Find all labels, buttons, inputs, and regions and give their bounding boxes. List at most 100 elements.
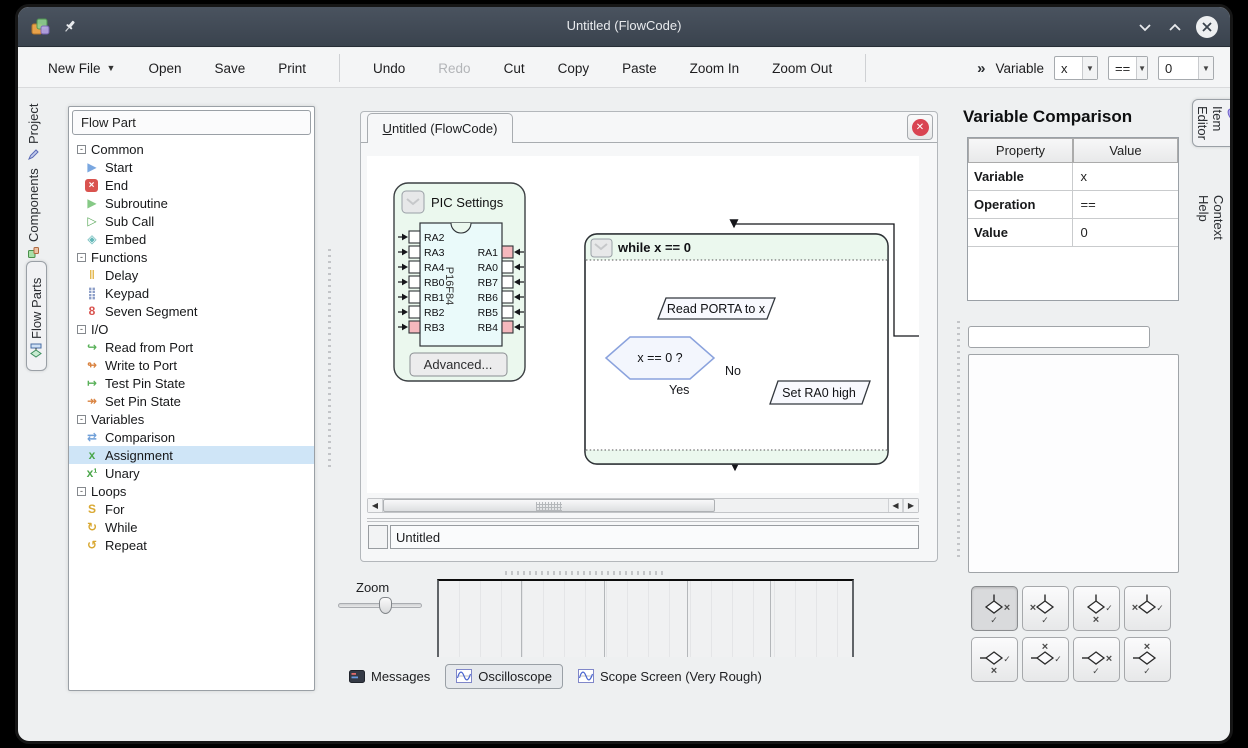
scroll-left-button[interactable]: ◀ xyxy=(368,499,383,512)
horizontal-scrollbar[interactable]: ◀ ◀ ▶ xyxy=(367,498,919,513)
flowchart-canvas[interactable]: PIC Settings P16F84 RA2RA3RA4RB0RB1RB2RB… xyxy=(367,156,919,493)
toolbar-new-file-button[interactable]: New File▼ xyxy=(48,61,115,76)
splitter-handle[interactable] xyxy=(328,247,331,467)
close-document-button[interactable]: ✕ xyxy=(907,114,933,140)
collapse-toggle-icon[interactable]: - xyxy=(77,253,86,262)
tree-item-subroutine[interactable]: ▶Subroutine xyxy=(69,194,314,212)
property-row-operation[interactable]: Operation== xyxy=(968,191,1178,219)
maximize-button[interactable] xyxy=(1164,16,1186,38)
splitter-handle[interactable] xyxy=(505,571,665,575)
pin-ra4[interactable] xyxy=(409,261,420,273)
pin-rb4[interactable] xyxy=(502,321,513,333)
sidebar-tab-flow-parts[interactable]: Flow Parts xyxy=(26,261,47,371)
pin-rb2[interactable] xyxy=(409,306,420,318)
bottom-tab-oscilloscope[interactable]: Oscilloscope xyxy=(445,664,563,689)
toolbar-zoom-out-button[interactable]: Zoom Out xyxy=(772,61,832,76)
collapse-button[interactable] xyxy=(402,191,424,213)
pin-ra3[interactable] xyxy=(409,246,420,258)
tree-item-write-to-port[interactable]: ↬Write to Port xyxy=(69,356,314,374)
scroll-left-button[interactable]: ◀ xyxy=(888,499,903,512)
pin-ra0[interactable] xyxy=(502,261,513,273)
collapse-toggle-icon[interactable]: - xyxy=(77,415,86,424)
tree-item-assignment[interactable]: xAssignment xyxy=(69,446,314,464)
branch-line-left-x-right-check-bottom[interactable]: ×✓ xyxy=(1073,637,1120,682)
pin-rb0[interactable] xyxy=(409,276,420,288)
tree-item-start[interactable]: ▶Start xyxy=(69,158,314,176)
bottom-tab-scope-screen-very-rough-[interactable]: Scope Screen (Very Rough) xyxy=(572,665,768,688)
read-porta-block[interactable]: Read PORTA to x xyxy=(658,298,775,319)
pin-ra2[interactable] xyxy=(409,231,420,243)
chevron-down-icon[interactable]: ▼ xyxy=(1082,57,1097,79)
tree-item-set-pin-state[interactable]: ↠Set Pin State xyxy=(69,392,314,410)
toolbar-undo-button[interactable]: Undo xyxy=(373,61,405,76)
chevron-down-icon[interactable]: ▼ xyxy=(1198,57,1213,79)
splitter-handle[interactable] xyxy=(957,317,960,557)
branch-line-top-x-right-check-bottom[interactable]: ×✓ xyxy=(971,586,1018,631)
chevron-down-icon[interactable]: ▼ xyxy=(107,63,116,73)
tree-item-delay[interactable]: ‖Delay xyxy=(69,266,314,284)
decision-block[interactable]: x == 0 ? xyxy=(606,337,714,379)
inspector-text-input[interactable] xyxy=(968,326,1150,348)
zoom-slider[interactable] xyxy=(338,603,422,608)
property-row-value[interactable]: Value0 xyxy=(968,219,1178,247)
toolbar-save-button[interactable]: Save xyxy=(214,61,245,76)
tree-section-variables[interactable]: -Variables xyxy=(69,410,314,428)
pin-rb6[interactable] xyxy=(502,291,513,303)
inspector-list-box[interactable] xyxy=(968,354,1179,573)
flowchart-name-checkbox[interactable] xyxy=(368,525,388,549)
value-select[interactable]: 0 ▼ xyxy=(1158,56,1214,80)
pin-rb1[interactable] xyxy=(409,291,420,303)
toolbar-overflow-chevron-icon[interactable]: » xyxy=(977,60,985,77)
tree-item-read-from-port[interactable]: ↪Read from Port xyxy=(69,338,314,356)
toolbar-open-button[interactable]: Open xyxy=(148,61,181,76)
tree-item-comparison[interactable]: ⇄Comparison xyxy=(69,428,314,446)
minimize-button[interactable] xyxy=(1134,16,1156,38)
branch-line-left-x-top-check-right[interactable]: ×✓ xyxy=(1022,637,1069,682)
sidebar-tab-components[interactable]: Components xyxy=(26,169,41,263)
scrollbar-thumb[interactable] xyxy=(383,499,715,512)
flowchart-name-field[interactable]: Untitled xyxy=(390,525,919,549)
document-tab[interactable]: Untitled (FlowCode) xyxy=(367,113,513,143)
tree-item-while[interactable]: ↻While xyxy=(69,518,314,536)
scroll-right-button[interactable]: ▶ xyxy=(903,499,918,512)
sidebar-tab-item-editor[interactable]: Item Editor xyxy=(1192,99,1233,147)
variable-select[interactable]: x ▼ xyxy=(1054,56,1098,80)
property-row-variable[interactable]: Variablex xyxy=(968,163,1178,191)
toolbar-zoom-in-button[interactable]: Zoom In xyxy=(690,61,740,76)
tree-item-end[interactable]: ×End xyxy=(69,176,314,194)
tree-item-keypad[interactable]: ⣿Keypad xyxy=(69,284,314,302)
collapse-toggle-icon[interactable]: - xyxy=(77,325,86,334)
tree-item-test-pin-state[interactable]: ↦Test Pin State xyxy=(69,374,314,392)
toolbar-cut-button[interactable]: Cut xyxy=(504,61,525,76)
tree-item-sub-call[interactable]: ▷Sub Call xyxy=(69,212,314,230)
tree-section-loops[interactable]: -Loops xyxy=(69,482,314,500)
tree-section-functions[interactable]: -Functions xyxy=(69,248,314,266)
sidebar-tab-project[interactable]: Project xyxy=(26,99,41,165)
pin-rb7[interactable] xyxy=(502,276,513,288)
toolbar-print-button[interactable]: Print xyxy=(278,61,306,76)
close-button[interactable] xyxy=(1196,16,1218,38)
tree-item-for[interactable]: SFor xyxy=(69,500,314,518)
tree-item-repeat[interactable]: ↺Repeat xyxy=(69,536,314,554)
pin-rb3[interactable] xyxy=(409,321,420,333)
operation-select[interactable]: == ▼ xyxy=(1108,56,1148,80)
tree-item-embed[interactable]: ◈Embed xyxy=(69,230,314,248)
tree-section-i-o[interactable]: -I/O xyxy=(69,320,314,338)
branch-line-top-x-left-check-bottom[interactable]: ×✓ xyxy=(1022,586,1069,631)
toolbar-paste-button[interactable]: Paste xyxy=(622,61,657,76)
branch-line-left-x-top-check-bottom[interactable]: ×✓ xyxy=(1124,637,1171,682)
bottom-tab-messages[interactable]: Messages xyxy=(343,665,436,688)
column-header-value[interactable]: Value xyxy=(1073,138,1178,163)
branch-line-left-check-right-x-bottom[interactable]: ×✓ xyxy=(971,637,1018,682)
toolbar-copy-button[interactable]: Copy xyxy=(558,61,590,76)
set-ra0-block[interactable]: Set RA0 high xyxy=(770,381,870,404)
sidebar-tab-context-help[interactable]: Context Help xyxy=(1196,195,1226,240)
tree-item-unary[interactable]: x¹Unary xyxy=(69,464,314,482)
pic-settings-component[interactable]: PIC Settings P16F84 RA2RA3RA4RB0RB1RB2RB… xyxy=(394,183,525,381)
collapse-toggle-icon[interactable]: - xyxy=(77,487,86,496)
pin-rb5[interactable] xyxy=(502,306,513,318)
collapse-toggle-icon[interactable]: - xyxy=(77,145,86,154)
chevron-down-icon[interactable]: ▼ xyxy=(1136,57,1147,79)
tree-item-seven-segment[interactable]: 8Seven Segment xyxy=(69,302,314,320)
pin-ra1[interactable] xyxy=(502,246,513,258)
